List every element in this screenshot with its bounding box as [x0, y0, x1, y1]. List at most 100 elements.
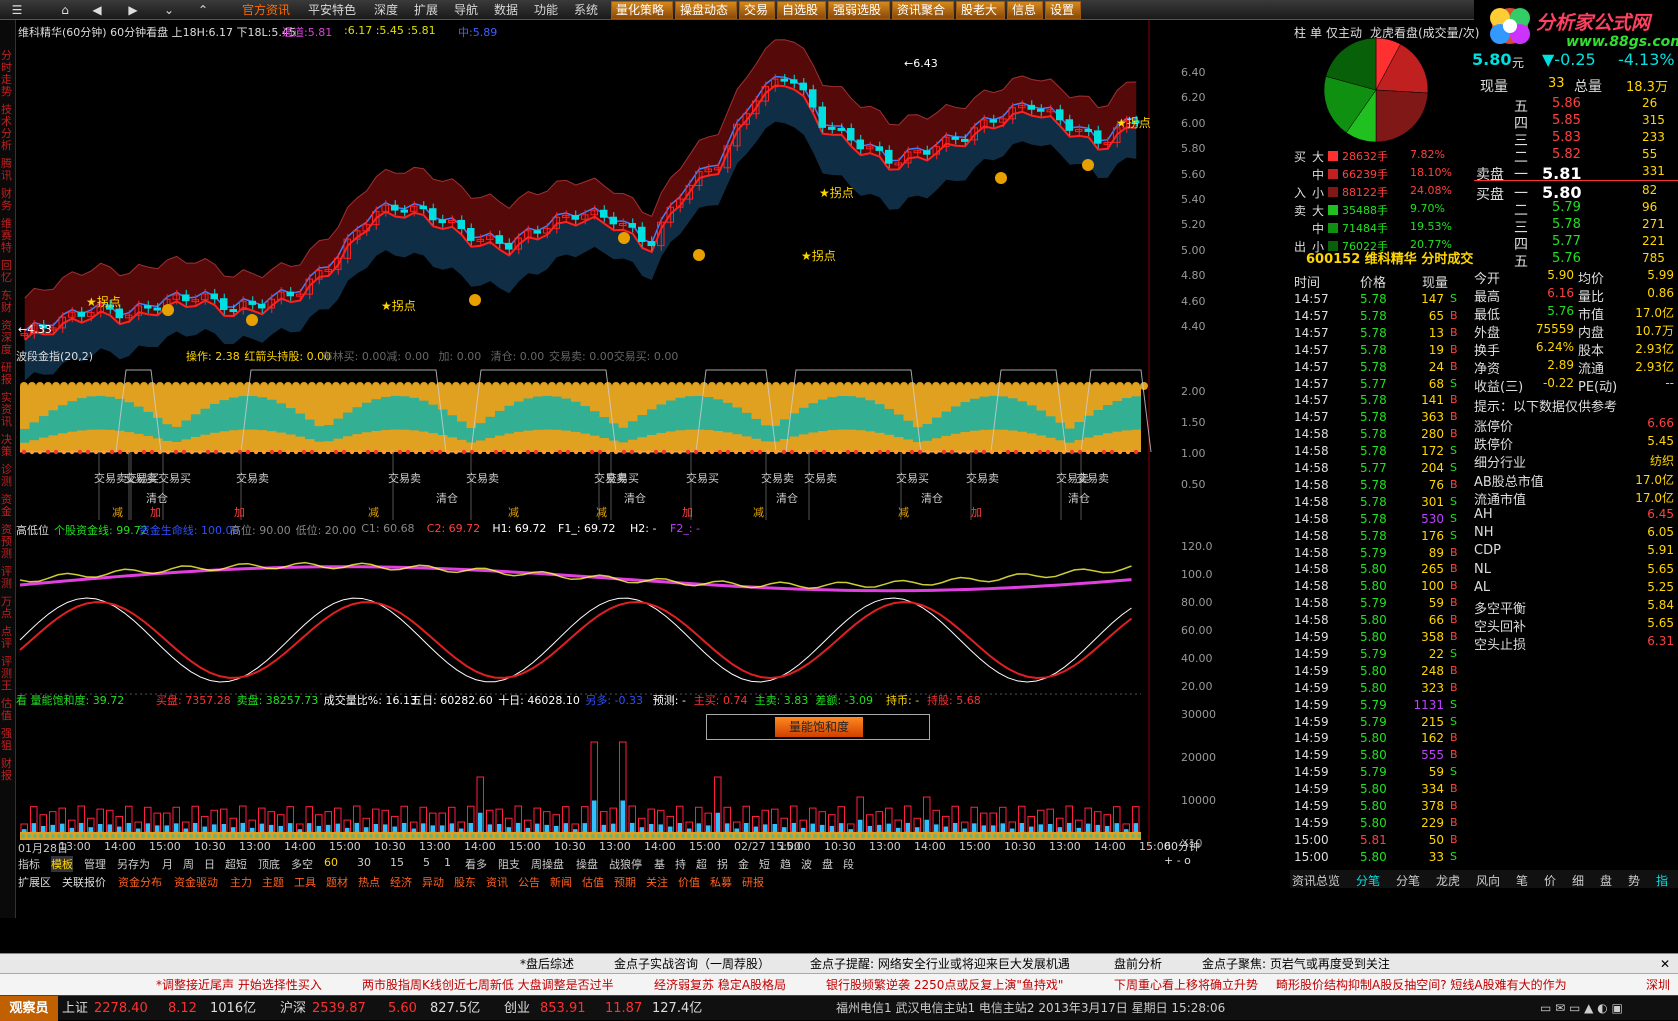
indicator-tab[interactable]: 拐 — [717, 856, 728, 872]
toolbar-button[interactable]: 股老大 — [956, 1, 1005, 19]
sidebar-tab[interactable]: 腾讯 — [1, 158, 15, 182]
chart-svg[interactable]: ←6.43 ←4.33 ★拐点 ★拐点 ★拐点 ★拐点 ★拐点 — [16, 20, 1290, 918]
extension-tab[interactable]: 资讯 — [486, 874, 508, 890]
extension-tab[interactable]: 预期 — [614, 874, 636, 890]
collapse-icon[interactable]: ⌃ — [190, 2, 216, 18]
right-tab[interactable]: 指 — [1656, 872, 1668, 889]
right-tab[interactable]: 龙虎 — [1436, 872, 1460, 889]
indicator-tab[interactable]: 趋 — [780, 856, 791, 872]
sidebar-tab[interactable]: 东财 — [1, 290, 15, 314]
right-tab[interactable]: 分笔 — [1396, 872, 1420, 889]
sidebar-tab[interactable]: 回忆 — [1, 260, 15, 284]
toolbar-button[interactable]: 强弱选股 — [828, 1, 890, 19]
indicator-tab[interactable]: 15 — [390, 856, 404, 869]
indicator-tab[interactable]: 周操盘 — [531, 856, 564, 872]
menu-icon[interactable]: ☰ — [4, 2, 30, 18]
expand-icon[interactable]: ⌄ — [156, 2, 182, 18]
right-tab[interactable]: 细 — [1572, 872, 1584, 889]
toolbar-button[interactable]: 操盘动态 — [675, 1, 737, 19]
indicator-tab[interactable]: 阻支 — [498, 856, 520, 872]
indicator-tab[interactable]: 多空 — [291, 856, 313, 872]
sidebar-tab[interactable]: 决策 — [1, 434, 15, 458]
top-menu-item[interactable]: 官方资讯 — [242, 0, 290, 20]
toolbar-button[interactable]: 量化策略 — [611, 1, 673, 19]
indicator-tab[interactable]: 战狼停 — [609, 856, 642, 872]
back-icon[interactable]: ◀ — [84, 2, 110, 18]
news-item[interactable]: 两市股指周K线创近七周新低 大盘调整是否过半 — [362, 975, 614, 995]
bid-price[interactable]: 5.76 — [1552, 251, 1581, 266]
extension-tab[interactable]: 估值 — [582, 874, 604, 890]
ask-price[interactable]: 5.83 — [1552, 130, 1581, 145]
sidebar-tab[interactable]: 资预测 — [1, 524, 15, 560]
extension-tab[interactable]: 题材 — [326, 874, 348, 890]
indicator-tab[interactable]: 月 — [162, 856, 173, 872]
extension-tab[interactable]: 股东 — [454, 874, 476, 890]
sidebar-tab[interactable]: 分时走势 — [1, 50, 15, 98]
news-item[interactable]: *调整接近尾声 开始选择性买入 — [156, 975, 322, 995]
forward-icon[interactable]: ▶ — [120, 2, 146, 18]
top-menu-item[interactable]: 系统 — [574, 0, 598, 20]
indicator-tab[interactable]: 持 — [675, 856, 686, 872]
sidebar-tab[interactable]: 点评 — [1, 626, 15, 650]
top-menu-item[interactable]: 深度 — [374, 0, 398, 20]
sidebar-tab[interactable]: 估值 — [1, 698, 15, 722]
extension-tab[interactable]: 资金分布 — [118, 874, 162, 890]
guest-badge[interactable]: 观察员 — [0, 996, 58, 1021]
sidebar-tab[interactable]: 诊测 — [1, 464, 15, 488]
home-icon[interactable]: ⌂ — [52, 2, 78, 18]
sidebar-tab[interactable]: 研报 — [1, 362, 15, 386]
indicator-tab[interactable]: 基 — [654, 856, 665, 872]
sidebar-tab[interactable]: 技术分析 — [1, 104, 15, 152]
indicator-tab[interactable]: 指标 — [18, 856, 40, 872]
indicator-tab[interactable]: 模板 — [51, 856, 73, 872]
right-tab[interactable]: 价 — [1544, 872, 1556, 889]
indicator-tab[interactable]: 短 — [759, 856, 770, 872]
right-tab[interactable]: 笔 — [1516, 872, 1528, 889]
ask-price[interactable]: 5.82 — [1552, 147, 1581, 162]
ask-price[interactable]: 5.85 — [1552, 113, 1581, 128]
close-icon[interactable]: ✕ — [1660, 954, 1670, 974]
top-menu-item[interactable]: 平安特色 — [308, 0, 356, 20]
top-menu-item[interactable]: 数据 — [494, 0, 518, 20]
toolbar-button[interactable]: 交易 — [739, 1, 775, 19]
indicator-tab[interactable]: 日 — [204, 856, 215, 872]
sidebar-tab[interactable]: 万点 — [1, 596, 15, 620]
news-item[interactable]: 经济弱复苏 稳定A股格局 — [654, 975, 786, 995]
right-tab[interactable]: 分笔 — [1356, 872, 1380, 889]
extension-tab[interactable]: 价值 — [678, 874, 700, 890]
status-news-item[interactable]: 盘前分析 — [1114, 954, 1162, 974]
flow-header-item[interactable]: 单 — [1310, 24, 1322, 41]
toolbar-button[interactable]: 资讯聚合 — [892, 1, 954, 19]
indicator-tab[interactable]: 金 — [738, 856, 749, 872]
indicator-tab[interactable]: 操盘 — [576, 856, 598, 872]
indicator-tab[interactable]: 5 — [423, 856, 430, 869]
sidebar-tab[interactable]: 强狙 — [1, 728, 15, 752]
extension-tab[interactable]: 主题 — [262, 874, 284, 890]
sidebar-tab[interactable]: 评测王 — [1, 656, 15, 692]
status-news-item[interactable]: *盘后综述 — [520, 954, 574, 974]
ask-price[interactable]: 5.86 — [1552, 96, 1581, 111]
extension-tab[interactable]: 工具 — [294, 874, 316, 890]
top-menu-item[interactable]: 功能 — [534, 0, 558, 20]
extension-tab[interactable]: 热点 — [358, 874, 380, 890]
sidebar-tab[interactable]: 维赛特 — [1, 218, 15, 254]
news-item[interactable]: 深圳 — [1646, 975, 1670, 995]
indicator-tab[interactable]: 看多 — [465, 856, 487, 872]
sidebar-tab[interactable]: 实资讯 — [1, 392, 15, 428]
news-item[interactable]: 银行股频繁逆袭 2250点或反复上演"鱼持戏" — [826, 975, 1063, 995]
extension-tab[interactable]: 新闻 — [550, 874, 572, 890]
extension-tab[interactable]: 扩展区 — [18, 874, 51, 890]
extension-tab[interactable]: 异动 — [422, 874, 444, 890]
news-item[interactable]: 畸形股价结构抑制A股反抽空间? 短线A股难有大的作为 — [1276, 975, 1567, 995]
indicator-tab[interactable]: 另存为 — [117, 856, 150, 872]
indicator-tab[interactable]: 盘 — [822, 856, 833, 872]
indicator-tab[interactable]: 波 — [801, 856, 812, 872]
indicator-tab[interactable]: 1 — [444, 856, 451, 869]
right-tab[interactable]: 资讯总览 — [1292, 872, 1340, 889]
bid-price[interactable]: 5.79 — [1552, 200, 1581, 215]
status-news-item[interactable]: 金点子聚焦: 页岩气或再度受到关注 — [1202, 954, 1390, 974]
extension-tab[interactable]: 主力 — [230, 874, 252, 890]
top-menu-item[interactable]: 导航 — [454, 0, 478, 20]
indicator-tab[interactable]: 管理 — [84, 856, 106, 872]
status-news-item[interactable]: 金点子实战咨询（一周荐股） — [614, 954, 770, 974]
